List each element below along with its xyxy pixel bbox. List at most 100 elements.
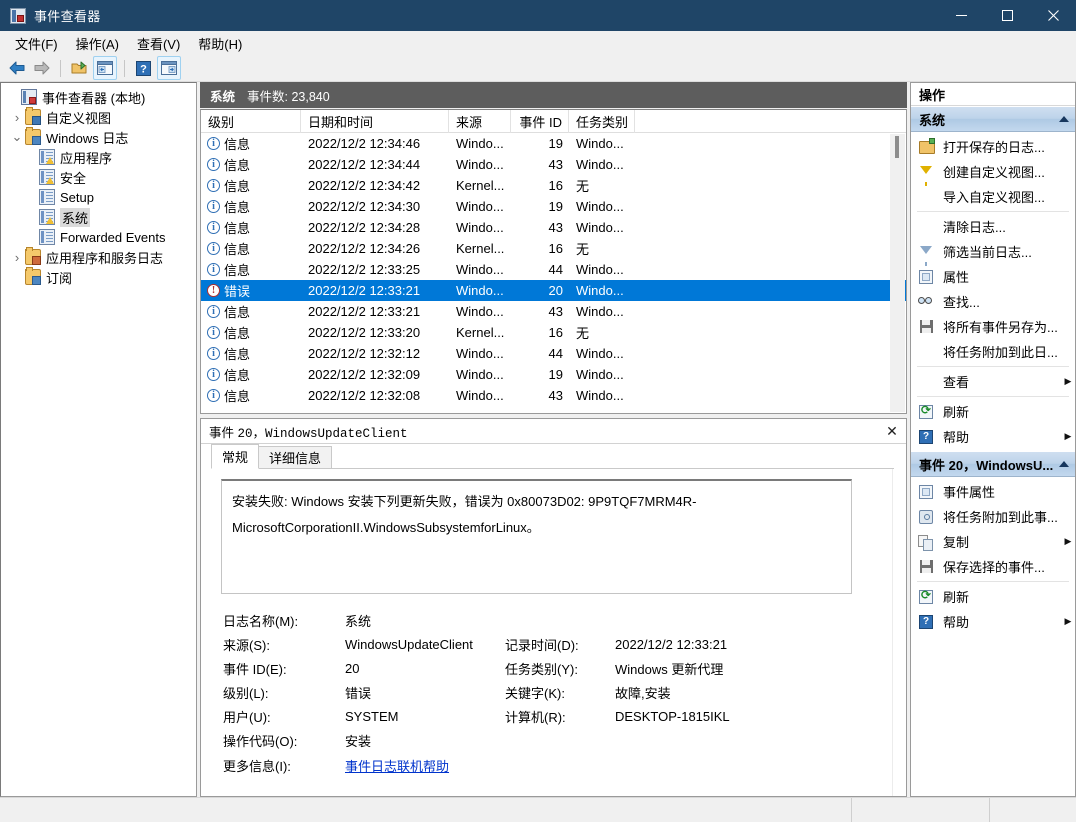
system-log-icon [39,209,55,225]
actions-section-event-header[interactable]: 事件 20，WindowsU... [911,451,1075,477]
cell-event-id: 19 [511,364,569,385]
action-filter-current-log[interactable]: 筛选当前日志... [911,239,1075,264]
cell-level: i信息 [201,343,301,364]
chevron-down-icon[interactable]: ⌄ [9,129,25,145]
close-button[interactable] [1030,0,1076,31]
main-body: 事件查看器 (本地) › 自定义视图 ⌄ Windows 日志 [0,82,1076,797]
detail-scrollbar[interactable] [892,469,906,796]
column-header-level[interactable]: 级别 [201,110,301,133]
cell-event-id: 44 [511,343,569,364]
column-header-source[interactable]: 来源 [449,110,511,133]
forward-icon[interactable] [31,57,53,79]
table-row[interactable]: i信息 2022/12/2 12:34:26 Kernel... 16 无 [201,238,906,259]
menu-view[interactable]: 查看(V) [128,31,189,56]
tree-label: 应用程序 [60,148,112,167]
menu-action[interactable]: 操作(A) [67,31,128,56]
tree-node-setup[interactable]: Setup [1,187,196,207]
event-list-scrollbar[interactable] [890,134,905,412]
chevron-right-icon[interactable]: › [9,250,25,265]
action-attach-task-to-event[interactable]: 将任务附加到此事... [911,504,1075,529]
info-icon: i [207,389,220,402]
cell-source: Windo... [449,154,511,175]
table-row[interactable]: i信息 2022/12/2 12:33:25 Windo... 44 Windo… [201,259,906,280]
table-row[interactable]: i信息 2022/12/2 12:34:46 Windo... 19 Windo… [201,133,906,154]
action-copy[interactable]: 复制 ▶ [911,529,1075,554]
properties-icon[interactable] [93,56,117,80]
menu-file[interactable]: 文件(F) [6,31,67,56]
event-fields: 日志名称(M): 系统 来源(S): WindowsUpdateClient 记… [223,608,894,778]
close-icon[interactable]: ✕ [884,423,900,439]
tree-node-windows-logs[interactable]: ⌄ Windows 日志 [1,127,196,147]
level-value: 错误 [345,683,505,702]
cell-task-category: Windo... [569,280,635,301]
column-header-datetime[interactable]: 日期和时间 [301,110,449,133]
level-text: 信息 [224,239,250,258]
column-header-task-category[interactable]: 任务类别 [569,110,635,133]
save-all-events-icon [917,319,937,335]
tree-label: 应用程序和服务日志 [46,248,163,267]
tree-node-security[interactable]: 安全 [1,167,196,187]
save-selected-events-icon [917,559,937,575]
info-icon: i [207,326,220,339]
action-import-custom-view[interactable]: 导入自定义视图... [911,184,1075,209]
level-label: 级别(L): [223,683,345,702]
chevron-up-icon[interactable] [1059,461,1069,467]
cell-level: i信息 [201,154,301,175]
help-icon[interactable]: ? [132,57,154,79]
cell-datetime: 2022/12/2 12:33:20 [301,322,449,343]
tab-general[interactable]: 常规 [211,444,259,469]
table-row[interactable]: i信息 2022/12/2 12:32:09 Windo... 19 Windo… [201,364,906,385]
event-log-online-help-link[interactable]: 事件日志联机帮助 [345,759,449,774]
action-properties[interactable]: 属性 [911,264,1075,289]
action-event-properties[interactable]: 事件属性 [911,479,1075,504]
back-icon[interactable] [6,57,28,79]
minimize-button[interactable] [938,0,984,31]
table-row[interactable]: i信息 2022/12/2 12:32:08 Windo... 43 Windo… [201,385,906,406]
level-text: 信息 [224,134,250,153]
tree-node-subscriptions[interactable]: 订阅 [1,267,196,287]
detail-body: 安装失败: Windows 安装下列更新失败，错误为 0x80073D02: 9… [201,469,906,796]
action-create-custom-view[interactable]: 创建自定义视图... [911,159,1075,184]
tree-node-application[interactable]: 应用程序 [1,147,196,167]
action-save-all-events-as[interactable]: 将所有事件另存为... [911,314,1075,339]
table-row[interactable]: i信息 2022/12/2 12:33:21 Windo... 43 Windo… [201,301,906,322]
cell-datetime: 2022/12/2 12:33:21 [301,301,449,322]
column-header-event-id[interactable]: 事件 ID [511,110,569,133]
show-hide-action-pane-icon[interactable] [157,56,181,80]
svg-text:?: ? [140,63,147,75]
cell-datetime: 2022/12/2 12:34:44 [301,154,449,175]
cell-level: i信息 [201,196,301,217]
chevron-up-icon[interactable] [1059,116,1069,122]
table-row[interactable]: i信息 2022/12/2 12:34:44 Windo... 43 Windo… [201,154,906,175]
actions-section-system-header[interactable]: 系统 [911,106,1075,132]
chevron-right-icon[interactable]: › [9,110,25,125]
maximize-button[interactable] [984,0,1030,31]
action-help[interactable]: ? 帮助 ▶ [911,424,1075,449]
action-save-selected-events[interactable]: 保存选择的事件... [911,554,1075,579]
action-clear-log[interactable]: 清除日志... [911,214,1075,239]
action-open-saved-log[interactable]: 打开保存的日志... [911,134,1075,159]
tree-node-apps-and-services-logs[interactable]: › 应用程序和服务日志 [1,247,196,267]
tree-node-forwarded-events[interactable]: Forwarded Events [1,227,196,247]
menu-help[interactable]: 帮助(H) [189,31,251,56]
table-row-selected[interactable]: !错误 2022/12/2 12:33:21 Windo... 20 Windo… [201,280,906,301]
action-refresh-event[interactable]: 刷新 [911,584,1075,609]
table-row[interactable]: i信息 2022/12/2 12:34:28 Windo... 43 Windo… [201,217,906,238]
tree-node-system[interactable]: 系统 [1,207,196,227]
scrollbar-thumb[interactable] [895,136,899,158]
action-help-event[interactable]: ? 帮助 ▶ [911,609,1075,634]
show-hide-console-tree-icon[interactable] [68,57,90,79]
action-label: 将所有事件另存为... [943,317,1075,336]
action-attach-task-to-log[interactable]: 将任务附加到此日... [911,339,1075,364]
action-refresh[interactable]: 刷新 [911,399,1075,424]
table-row[interactable]: i信息 2022/12/2 12:32:12 Windo... 44 Windo… [201,343,906,364]
table-row[interactable]: i信息 2022/12/2 12:34:42 Kernel... 16 无 [201,175,906,196]
logged-value: 2022/12/2 12:33:21 [615,637,894,652]
table-row[interactable]: i信息 2022/12/2 12:33:20 Kernel... 16 无 [201,322,906,343]
tree-node-event-viewer-root[interactable]: 事件查看器 (本地) [1,87,196,107]
action-find[interactable]: 查找... [911,289,1075,314]
action-view[interactable]: 查看 ▶ [911,369,1075,394]
tab-details[interactable]: 详细信息 [258,446,332,469]
tree-node-custom-views[interactable]: › 自定义视图 [1,107,196,127]
table-row[interactable]: i信息 2022/12/2 12:34:30 Windo... 19 Windo… [201,196,906,217]
